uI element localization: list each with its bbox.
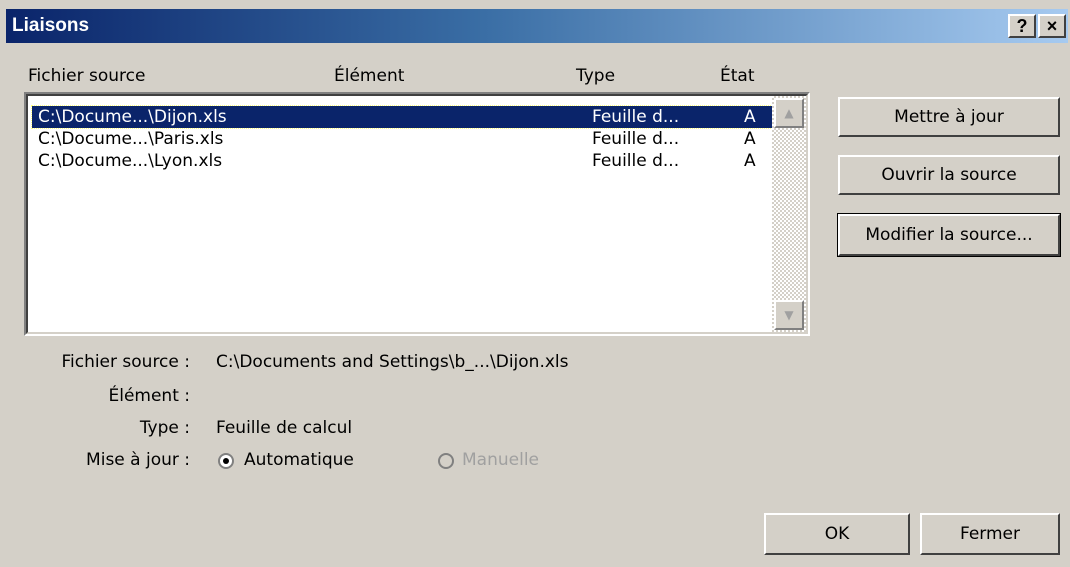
column-header-state[interactable]: État <box>720 66 755 86</box>
ok-button[interactable]: OK <box>764 513 910 555</box>
column-header-type[interactable]: Type <box>576 66 615 86</box>
row-source: C:\Docume...\Dijon.xls <box>38 107 227 127</box>
row-state: A <box>744 107 756 127</box>
dialog-title: Liaisons <box>12 15 90 36</box>
links-dialog: Liaisons ? × Fichier source Élément Type… <box>0 0 1070 567</box>
close-window-button[interactable]: × <box>1038 14 1066 38</box>
manual-radio[interactable] <box>438 453 454 469</box>
row-state: A <box>744 129 756 149</box>
row-source: C:\Docume...\Lyon.xls <box>38 151 223 171</box>
update-mode-label: Mise à jour : <box>86 450 190 470</box>
row-type: Feuille d... <box>592 129 680 149</box>
list-item[interactable]: C:\Docume...\Lyon.xls Feuille d... A <box>32 150 772 172</box>
update-now-button[interactable]: Mettre à jour <box>838 97 1060 137</box>
vertical-scrollbar[interactable]: ▲ ▼ <box>772 96 806 332</box>
open-source-button[interactable]: Ouvrir la source <box>838 155 1060 195</box>
type-value: Feuille de calcul <box>216 418 353 438</box>
help-button[interactable]: ? <box>1008 14 1036 38</box>
column-header-source[interactable]: Fichier source <box>28 66 145 86</box>
row-type: Feuille d... <box>592 107 680 127</box>
manual-radio-label[interactable]: Manuelle <box>462 450 539 470</box>
close-button[interactable]: Fermer <box>920 513 1060 555</box>
scroll-down-icon[interactable]: ▼ <box>774 300 804 330</box>
element-label: Élément : <box>108 386 190 406</box>
list-item[interactable]: C:\Docume...\Paris.xls Feuille d... A <box>32 128 772 150</box>
links-list-frame: C:\Docume...\Dijon.xls Feuille d... A C:… <box>26 94 808 334</box>
row-source: C:\Docume...\Paris.xls <box>38 129 224 149</box>
title-bar[interactable]: Liaisons ? × <box>6 9 1068 43</box>
source-file-label: Fichier source : <box>61 352 190 372</box>
type-label: Type : <box>139 418 190 438</box>
source-file-value: C:\Documents and Settings\b_...\Dijon.xl… <box>216 352 569 372</box>
scroll-up-icon[interactable]: ▲ <box>774 98 804 128</box>
row-type: Feuille d... <box>592 151 680 171</box>
automatic-radio[interactable] <box>218 453 234 469</box>
links-list[interactable]: C:\Docume...\Dijon.xls Feuille d... A C:… <box>24 92 810 336</box>
column-header-element[interactable]: Élément <box>334 66 404 86</box>
automatic-radio-label[interactable]: Automatique <box>244 450 354 470</box>
list-item[interactable]: C:\Docume...\Dijon.xls Feuille d... A <box>31 105 773 129</box>
change-source-button[interactable]: Modifier la source... <box>837 213 1061 257</box>
row-state: A <box>744 151 756 171</box>
